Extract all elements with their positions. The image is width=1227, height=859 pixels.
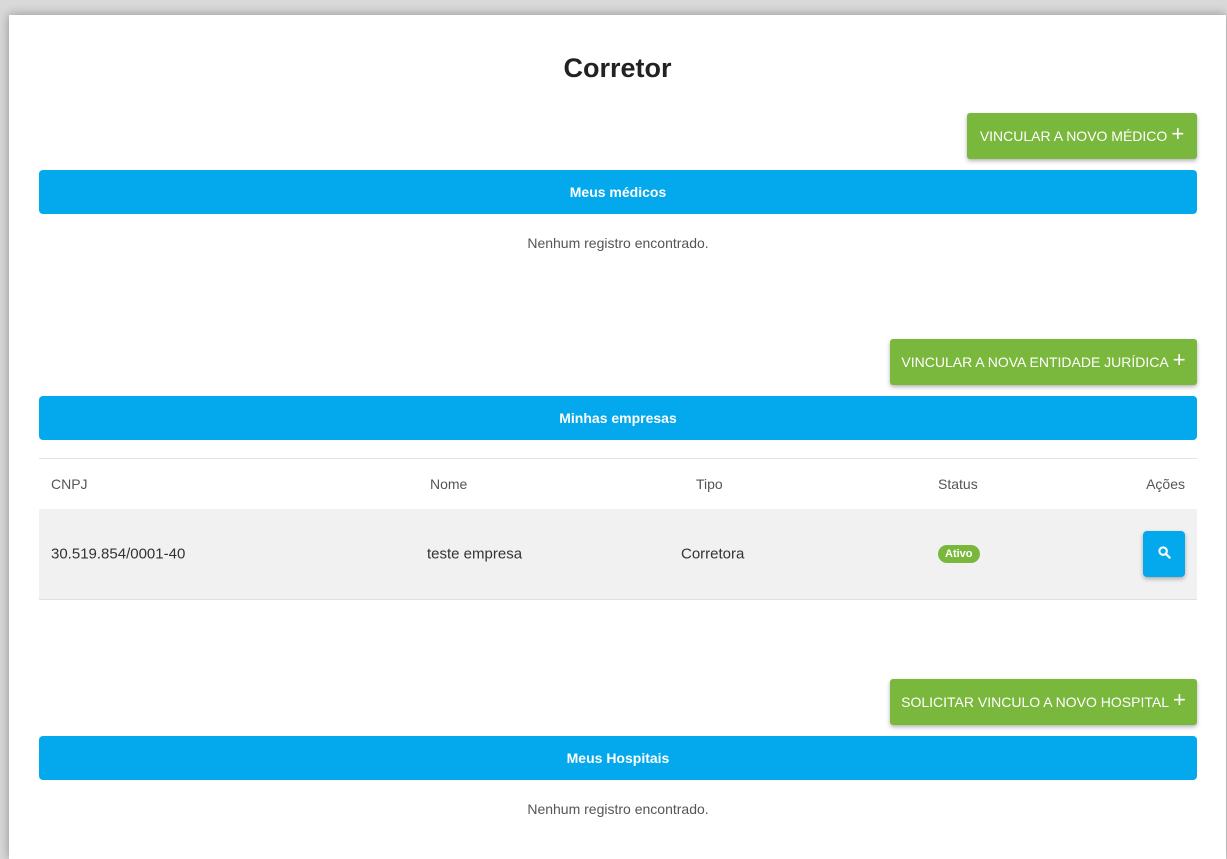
empty-message-doctors: Nenhum registro encontrado. <box>527 235 709 251</box>
section-title-doctors: Meus médicos <box>569 184 667 200</box>
link-new-company-button[interactable]: VINCULAR A NOVA ENTIDADE JURÍDICA + <box>890 339 1197 385</box>
link-new-doctor-button[interactable]: VINCULAR A NOVO MÉDICO + <box>967 113 1197 159</box>
cell-tipo: Corretora <box>681 545 745 563</box>
link-new-company-label: VINCULAR A NOVA ENTIDADE JURÍDICA <box>901 354 1169 370</box>
view-company-button[interactable] <box>1143 531 1185 577</box>
main-card: Corretor VINCULAR A NOVO MÉDICO + Meus m… <box>9 15 1226 859</box>
plus-icon: + <box>1171 121 1185 146</box>
cell-nome: teste empresa <box>427 545 523 563</box>
plus-icon: + <box>1173 687 1186 712</box>
column-header-nome: Nome <box>430 476 468 492</box>
column-header-status: Status <box>938 476 978 492</box>
section-header-companies: Minhas empresas <box>39 396 1197 440</box>
column-header-acoes: Ações <box>1146 476 1185 492</box>
status-badge: Ativo <box>938 545 980 563</box>
link-new-doctor-label: VINCULAR A NOVO MÉDICO <box>979 128 1168 144</box>
section-title-hospitals: Meus Hospitais <box>566 750 670 766</box>
column-header-cnpj: CNPJ <box>51 476 88 492</box>
search-icon <box>1157 545 1171 563</box>
section-title-companies: Minhas empresas <box>559 410 677 426</box>
column-header-tipo: Tipo <box>696 476 723 492</box>
companies-table: CNPJ Nome Tipo Status Ações 30.519.854/0… <box>39 458 1197 600</box>
section-header-hospitals: Meus Hospitais <box>39 736 1197 780</box>
empty-message-hospitals: Nenhum registro encontrado. <box>527 801 709 817</box>
section-header-doctors: Meus médicos <box>39 170 1197 214</box>
table-header: CNPJ Nome Tipo Status Ações <box>39 458 1197 509</box>
table-row: 30.519.854/0001-40 teste empresa Correto… <box>39 509 1197 600</box>
request-new-hospital-label: SOLICITAR VINCULO A NOVO HOSPITAL <box>901 694 1170 710</box>
cell-cnpj: 30.519.854/0001-40 <box>51 545 186 563</box>
page-title: Corretor <box>563 53 672 83</box>
request-new-hospital-button[interactable]: SOLICITAR VINCULO A NOVO HOSPITAL + <box>890 679 1197 725</box>
plus-icon: + <box>1172 347 1186 372</box>
